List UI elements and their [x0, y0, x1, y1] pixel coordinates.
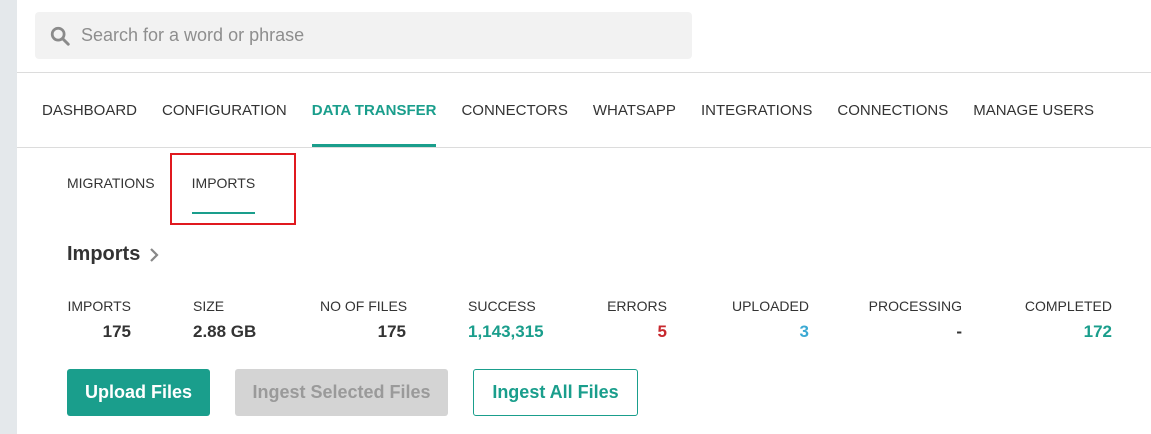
tab-whatsapp[interactable]: WHATSAPP: [593, 73, 676, 147]
main-content: DASHBOARD CONFIGURATION DATA TRANSFER CO…: [17, 0, 1151, 434]
nav-divider: [17, 147, 1151, 148]
tab-dashboard[interactable]: DASHBOARD: [42, 73, 137, 147]
stat-value: 3: [799, 322, 809, 341]
stat-value: 5: [657, 322, 667, 341]
tab-connectors[interactable]: CONNECTORS: [461, 73, 567, 147]
stat-processing: PROCESSING -: [862, 296, 962, 346]
chevron-right-icon: [150, 247, 159, 262]
stat-value: 172: [1083, 322, 1112, 341]
tab-data-transfer[interactable]: DATA TRANSFER: [311, 73, 436, 147]
sub-nav: MIGRATIONS IMPORTS: [67, 160, 292, 216]
stat-label: SUCCESS: [468, 298, 536, 314]
subtab-imports[interactable]: IMPORTS: [191, 160, 255, 214]
left-rail: [0, 0, 17, 434]
stat-success: SUCCESS 1,143,315: [468, 296, 558, 346]
upload-files-button[interactable]: Upload Files: [67, 369, 210, 416]
stat-label: PROCESSING: [868, 298, 962, 314]
stat-value: 175: [102, 322, 131, 341]
stat-size: SIZE 2.88 GB: [193, 296, 283, 346]
search-input[interactable]: [81, 12, 681, 59]
stat-label: IMPORTS: [67, 298, 131, 314]
stat-label: NO OF FILES: [320, 298, 408, 314]
ingest-selected-files-button[interactable]: Ingest Selected Files: [235, 369, 448, 416]
stat-value: 1,143,315: [468, 322, 544, 341]
stat-completed: COMPLETED 172: [1012, 296, 1112, 346]
stat-no-of-files: NO OF FILES 175: [320, 296, 408, 346]
tab-configuration[interactable]: CONFIGURATION: [162, 73, 287, 147]
tab-integrations[interactable]: INTEGRATIONS: [701, 73, 812, 147]
stat-uploaded: UPLOADED 3: [719, 296, 809, 346]
search-bar[interactable]: [35, 12, 692, 59]
search-icon: [50, 26, 70, 46]
stat-value: 175: [377, 322, 406, 341]
stat-errors: ERRORS 5: [597, 296, 667, 346]
stat-imports: IMPORTS 175: [67, 296, 131, 346]
main-nav: DASHBOARD CONFIGURATION DATA TRANSFER CO…: [42, 73, 1119, 147]
stat-label: SIZE: [193, 298, 225, 314]
stat-value: 2.88 GB: [193, 322, 257, 341]
stat-label: UPLOADED: [731, 298, 809, 314]
subtab-migrations[interactable]: MIGRATIONS: [67, 160, 155, 206]
tab-connections[interactable]: CONNECTIONS: [837, 73, 948, 147]
stat-label: ERRORS: [607, 298, 667, 314]
stat-label: COMPLETED: [1024, 298, 1112, 314]
stat-value: -: [956, 322, 962, 341]
section-title-text: Imports: [67, 243, 141, 265]
ingest-all-files-button[interactable]: Ingest All Files: [473, 369, 638, 416]
section-title[interactable]: Imports: [67, 243, 160, 266]
tab-manage-users[interactable]: MANAGE USERS: [973, 73, 1094, 147]
